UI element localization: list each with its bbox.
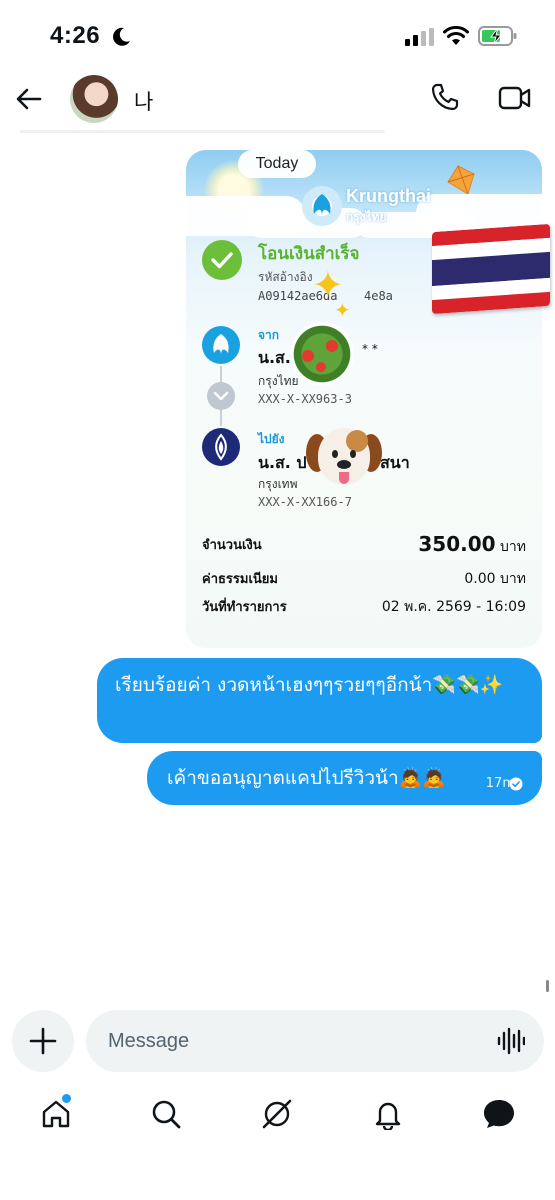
bell-icon[interactable] (372, 1098, 404, 1130)
amount-label: จำนวนเงิน (202, 538, 262, 553)
thai-flag-sticker-icon (432, 223, 550, 315)
amount-row: 350.00 บาท (418, 532, 526, 558)
notification-dot (62, 1094, 71, 1103)
status-time: 4:26 (50, 22, 101, 49)
moon-icon (113, 27, 130, 46)
phone-icon[interactable] (430, 82, 460, 112)
kite-decoration (447, 165, 507, 223)
seen-check-icon (509, 777, 523, 791)
message-bubble[interactable]: เรียบร้อยค่า งวดหน้าเฮงๆๆรวยๆๆอีกน้า💸💸✨ (97, 658, 542, 743)
previous-message-edge (20, 130, 385, 133)
from-name-tail: * * (362, 342, 378, 356)
fee-label: ค่าธรรมเนียม (202, 572, 278, 587)
message-bubble[interactable]: เค้าขออนุญาตแคปไปรีวิวน้า🙇🙇 (147, 751, 542, 805)
wifi-icon (443, 25, 469, 45)
plus-icon (29, 1027, 57, 1055)
fee-value: 0.00 บาท (464, 571, 526, 587)
to-name-tail: สนา (380, 453, 410, 472)
message-text: เค้าขออนุญาตแคปไปรีวิวน้า🙇🙇 (167, 767, 447, 789)
date-pill: Today (238, 150, 316, 178)
add-attachment-button[interactable] (12, 1010, 74, 1072)
contact-name[interactable]: 나 (134, 86, 153, 116)
from-account: XXX-X-XX963-3 (258, 392, 352, 406)
from-label: จาก (258, 328, 280, 342)
message-input[interactable] (86, 1010, 544, 1072)
bank-name: Krungthai (346, 186, 431, 206)
conversation-header: 나 (0, 70, 555, 130)
transfer-receipt-image[interactable]: Today Krungthai กรุงไทย โอนเงินสำเร็จ รห… (186, 150, 542, 648)
krungthai-logo-icon (302, 186, 342, 226)
krungthai-bank-icon (202, 326, 240, 364)
salad-sticker-icon (290, 322, 354, 386)
battery-charging-icon (478, 26, 517, 46)
messages-icon[interactable] (482, 1098, 516, 1130)
bangkok-bank-icon (202, 428, 240, 466)
dog-face-sticker-icon (306, 428, 382, 494)
status-bar: 4:26 (0, 0, 555, 70)
amount-value: 350.00 (418, 532, 496, 556)
sparkle-sticker-icon: ✦ (334, 298, 351, 322)
success-check-icon (202, 240, 242, 280)
reference-value-tail: 4e8a (364, 289, 393, 303)
chevron-down-icon (207, 382, 235, 410)
video-call-icon[interactable] (498, 84, 532, 112)
grok-icon[interactable] (261, 1098, 293, 1130)
to-name: น.ส. ป (258, 453, 307, 472)
to-account: XXX-X-XX166-7 (258, 495, 352, 509)
transfer-status-title: โอนเงินสำเร็จ (258, 244, 360, 264)
reference-label: รหัสอ้างอิง (258, 270, 313, 284)
to-bank: กรุงเทพ (258, 477, 298, 491)
to-label: ไปยัง (258, 432, 285, 446)
scrollbar[interactable] (546, 980, 549, 992)
transaction-date-value: 02 พ.ค. 2569 - 16:09 (381, 599, 526, 615)
from-bank: กรุงไทย (258, 374, 299, 388)
bank-name-thai: กรุงไทย (346, 210, 387, 224)
voice-message-icon[interactable] (497, 1026, 525, 1056)
cellular-signal-icon (405, 28, 434, 46)
amount-unit: บาท (500, 539, 526, 555)
search-icon[interactable] (150, 1098, 182, 1130)
from-name: น.ส. (258, 348, 291, 367)
back-arrow-icon[interactable] (14, 84, 44, 114)
avatar[interactable] (70, 75, 118, 123)
transaction-date-label: วันที่ทำรายการ (202, 600, 287, 615)
